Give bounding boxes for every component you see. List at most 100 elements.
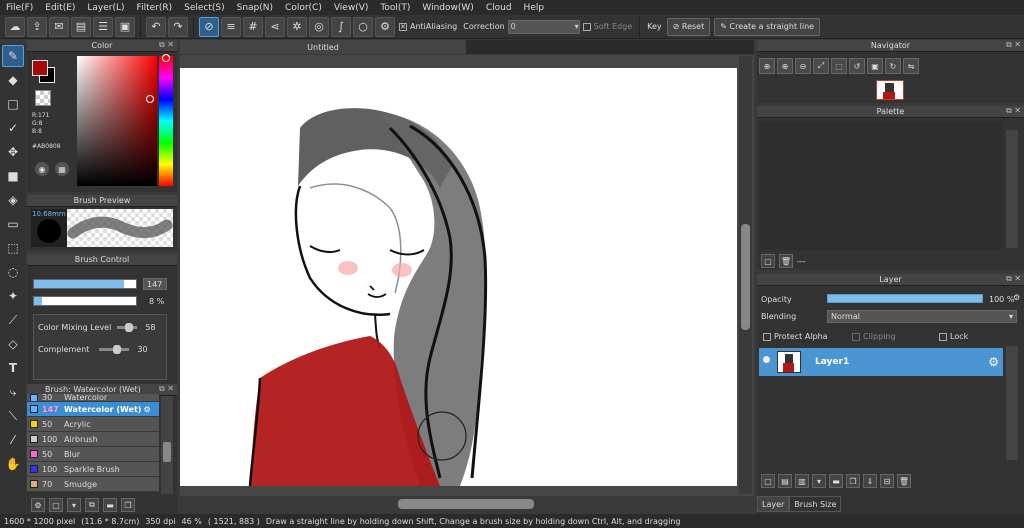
clipping-checkbox-icon[interactable] xyxy=(852,332,860,341)
text-tool-icon[interactable]: T xyxy=(2,357,24,379)
lasso-tool-icon[interactable]: ◌ xyxy=(2,261,24,283)
rotate-right-icon[interactable]: ↻ xyxy=(885,58,901,74)
color-mixing-slider[interactable] xyxy=(117,323,138,332)
new-layer-icon[interactable]: ▢ xyxy=(761,474,775,488)
antialiasing-option[interactable]: ✕ AntiAliasing xyxy=(399,22,457,31)
new-layer-8bit-icon[interactable]: ▤ xyxy=(778,474,792,488)
merge-down-icon[interactable]: ⇓ xyxy=(863,474,877,488)
visibility-icon[interactable] xyxy=(763,356,770,363)
menu-tool[interactable]: Tool(T) xyxy=(374,3,416,13)
complement-knob[interactable] xyxy=(112,345,121,354)
clipping-option[interactable]: Clipping xyxy=(852,332,896,341)
hue-slider[interactable] xyxy=(159,56,173,186)
menu-view[interactable]: View(V) xyxy=(328,3,375,13)
fit-icon[interactable]: ⤢ xyxy=(813,58,829,74)
menu-select[interactable]: Select(S) xyxy=(178,3,231,13)
shape-tool-icon[interactable]: □ xyxy=(2,93,24,115)
tab-layer[interactable]: Layer xyxy=(757,496,790,512)
correction-select[interactable]: 0 ▾ xyxy=(507,19,580,34)
menu-window[interactable]: Window(W) xyxy=(416,3,479,13)
menu-color[interactable]: Color(C) xyxy=(279,3,328,13)
canvas-vertical-scroll-thumb[interactable] xyxy=(741,224,750,330)
brush-size-value[interactable]: 147 xyxy=(143,278,167,290)
menu-edit[interactable]: Edit(E) xyxy=(39,3,81,13)
foreground-color-swatch[interactable] xyxy=(32,60,48,76)
layer-scrollbar[interactable] xyxy=(1006,346,1018,460)
antialiasing-checkbox-icon[interactable]: ✕ xyxy=(399,22,407,31)
new-layer-1bit-icon[interactable]: ▥ xyxy=(795,474,809,488)
tab-brush-size[interactable]: Brush Size xyxy=(789,496,842,512)
color-palette-icon[interactable]: ▦ xyxy=(55,162,69,176)
snap-circle-icon[interactable]: ○ xyxy=(353,16,373,37)
brush-list-scrollbar[interactable] xyxy=(161,396,173,494)
panel-close-icon[interactable]: ⧉ ✕ xyxy=(1006,106,1021,116)
zoom-in-icon[interactable]: ⊕ xyxy=(759,58,775,74)
protect-alpha-option[interactable]: Protect Alpha xyxy=(763,332,828,341)
saturation-value-picker[interactable] xyxy=(77,56,157,186)
snap-off-icon[interactable]: ⊘ xyxy=(199,16,219,37)
redo-icon[interactable]: ↷ xyxy=(168,16,188,37)
clear-layer-icon[interactable]: ⊟ xyxy=(880,474,894,488)
soft-edge-checkbox-icon[interactable] xyxy=(582,22,591,31)
menu-layer[interactable]: Layer(L) xyxy=(81,3,130,13)
brush-add-menu-icon[interactable]: ▾ xyxy=(67,498,81,512)
panel-close-icon[interactable]: ⧉ ✕ xyxy=(1006,40,1021,50)
panel-close-icon[interactable]: ⧉ ✕ xyxy=(159,384,174,394)
lock-checkbox-icon[interactable] xyxy=(939,332,947,341)
check-tool-icon[interactable]: ✓ xyxy=(2,117,24,139)
snap-concentric-icon[interactable]: ◎ xyxy=(309,16,329,37)
complement-slider[interactable] xyxy=(99,345,130,354)
list-icon[interactable]: ☰ xyxy=(93,16,113,37)
palette-swatch-area[interactable] xyxy=(759,122,1003,250)
hue-cursor[interactable] xyxy=(162,54,170,62)
zoom-out-icon[interactable]: ⊖ xyxy=(795,58,811,74)
snap-settings-icon[interactable]: ⚙ xyxy=(375,16,395,37)
divide-tool-icon[interactable]: ⟍ xyxy=(2,405,24,427)
fill-rect-tool-icon[interactable]: ■ xyxy=(2,165,24,187)
layer-row[interactable]: Layer1 ⚙ xyxy=(759,348,1003,376)
color-mixing-knob[interactable] xyxy=(125,323,134,332)
delete-layer-icon[interactable]: 🗑 xyxy=(897,474,911,488)
select-pen-tool-icon[interactable]: ⟋ xyxy=(2,309,24,331)
duplicate-layer-icon[interactable]: ❐ xyxy=(846,474,860,488)
reset-view-icon[interactable]: ▣ xyxy=(867,58,883,74)
reset-button[interactable]: ⊘ Reset xyxy=(666,17,711,36)
comment-icon[interactable]: ✉ xyxy=(49,16,69,37)
document-tab[interactable]: Untitled xyxy=(180,40,466,54)
transparent-color-swatch[interactable] xyxy=(35,90,51,106)
menu-help[interactable]: Help xyxy=(518,3,551,13)
snap-curve-icon[interactable]: ∫ xyxy=(331,16,351,37)
canvas-horizontal-scroll-thumb[interactable] xyxy=(398,499,534,509)
move-tool-icon[interactable]: ✥ xyxy=(2,141,24,163)
lock-option[interactable]: Lock xyxy=(939,332,968,341)
soft-edge-option[interactable]: Soft Edge xyxy=(582,22,632,31)
brush-item[interactable]: 70 Smudge xyxy=(27,477,159,492)
delete-palette-icon[interactable]: 🗑 xyxy=(779,254,793,268)
menu-cloud[interactable]: Cloud xyxy=(480,3,518,13)
snap-grid-icon[interactable]: # xyxy=(243,16,263,37)
layer-opacity-slider[interactable] xyxy=(827,294,983,303)
clipboard-icon[interactable]: ▣ xyxy=(115,16,135,37)
eraser-tool-icon[interactable]: ◆ xyxy=(2,69,24,91)
gear-icon[interactable]: ⚙ xyxy=(143,405,150,414)
navigator-thumbnail[interactable] xyxy=(876,80,904,100)
brush-list-scroll-thumb[interactable] xyxy=(163,442,171,462)
magic-wand-tool-icon[interactable]: ✦ xyxy=(2,285,24,307)
color-wheel-icon[interactable]: ◉ xyxy=(35,162,49,176)
gear-icon[interactable]: ⚙ xyxy=(1013,293,1020,302)
new-layer-menu-icon[interactable]: ▾ xyxy=(812,474,826,488)
canvas-paper[interactable] xyxy=(180,68,737,486)
snap-radial-icon[interactable]: ⋖ xyxy=(265,16,285,37)
canvas-vertical-scrollbar[interactable] xyxy=(739,56,752,494)
brush-size-slider[interactable] xyxy=(33,279,137,289)
gear-icon[interactable]: ⚙ xyxy=(988,355,999,369)
operation-tool-icon[interactable]: ⤷ xyxy=(2,381,24,403)
brush-item[interactable]: 100 Airbrush xyxy=(27,432,159,447)
protect-alpha-checkbox-icon[interactable] xyxy=(763,332,771,341)
create-straight-line-button[interactable]: ✎ Create a straight line xyxy=(714,17,821,36)
folder-icon[interactable]: ▬ xyxy=(103,498,117,512)
cloud-icon[interactable]: ☁ xyxy=(5,16,25,37)
brush-item[interactable]: 30 Watercolor xyxy=(27,394,159,402)
blending-select[interactable]: Normal ▾ xyxy=(827,310,1017,323)
duplicate-icon[interactable]: ❐ xyxy=(121,498,135,512)
